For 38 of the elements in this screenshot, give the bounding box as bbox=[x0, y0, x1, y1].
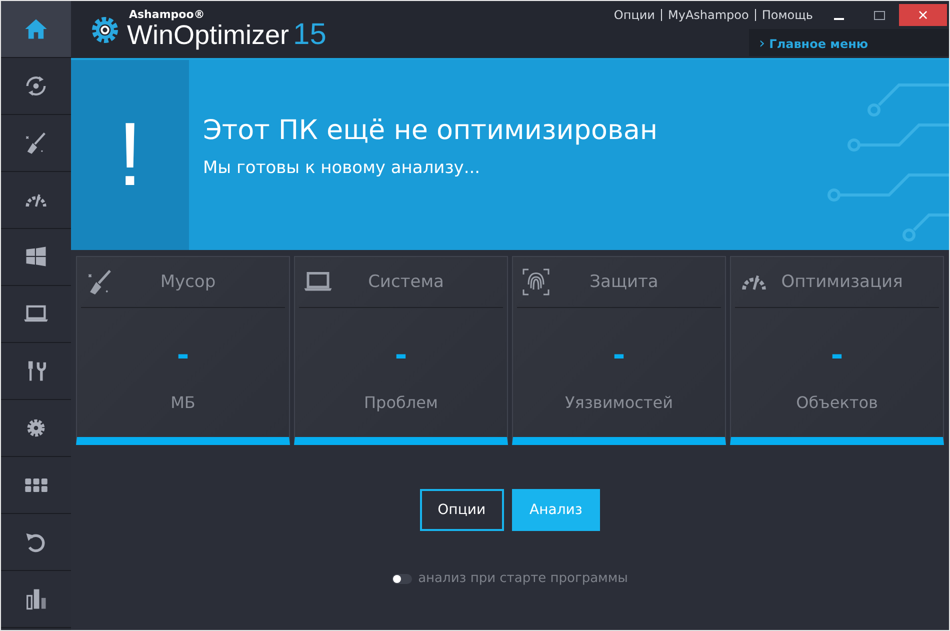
app-version: 15 bbox=[293, 20, 326, 50]
card-title: Система bbox=[367, 272, 445, 292]
action-button[interactable]: Опции bbox=[420, 489, 504, 531]
fingerprint-icon bbox=[521, 267, 551, 297]
warning-badge: ! bbox=[71, 60, 189, 250]
sidebar-item[interactable] bbox=[1, 58, 71, 115]
sidebar-item[interactable] bbox=[1, 115, 71, 172]
autostart-toggle[interactable] bbox=[392, 574, 412, 584]
card-value: - bbox=[176, 338, 190, 373]
card-unit: Уязвимостей bbox=[565, 393, 673, 412]
card-value: - bbox=[830, 338, 844, 373]
brand-tagline: Ashampoo® bbox=[129, 9, 206, 20]
card-unit: Объектов bbox=[796, 393, 878, 412]
sidebar-item[interactable] bbox=[1, 457, 71, 514]
close-button[interactable]: × bbox=[899, 4, 947, 26]
card-unit: Проблем bbox=[364, 393, 438, 412]
sidebar-item[interactable] bbox=[1, 1, 71, 58]
banner-title: Этот ПК ещё не оптимизирован bbox=[203, 115, 658, 146]
top-link[interactable]: MyAshampoo bbox=[662, 8, 755, 22]
main-menu-link[interactable]: › Главное меню bbox=[749, 29, 949, 56]
sidebar-item[interactable] bbox=[1, 343, 71, 400]
card-unit: МБ bbox=[170, 393, 196, 412]
sidebar-item[interactable] bbox=[1, 514, 71, 571]
sidebar-item[interactable] bbox=[1, 571, 71, 628]
sidebar-item[interactable] bbox=[1, 400, 71, 457]
sidebar-item[interactable] bbox=[1, 172, 71, 229]
banner-subtitle: Мы готовы к новому анализу... bbox=[203, 158, 482, 178]
card-value: - bbox=[612, 338, 626, 373]
card-title: Оптимизация bbox=[780, 272, 904, 292]
card-title: Мусор bbox=[159, 272, 217, 292]
autostart-label: анализ при старте программы bbox=[418, 571, 628, 586]
card-value: - bbox=[394, 338, 408, 373]
sidebar-item[interactable] bbox=[1, 229, 71, 286]
app-name: WinOptimizer bbox=[127, 22, 290, 49]
sidebar-item[interactable] bbox=[1, 286, 71, 343]
top-link[interactable]: Опции bbox=[608, 8, 661, 22]
top-link[interactable]: Помощь bbox=[756, 8, 819, 22]
card-title: Защита bbox=[588, 272, 660, 292]
